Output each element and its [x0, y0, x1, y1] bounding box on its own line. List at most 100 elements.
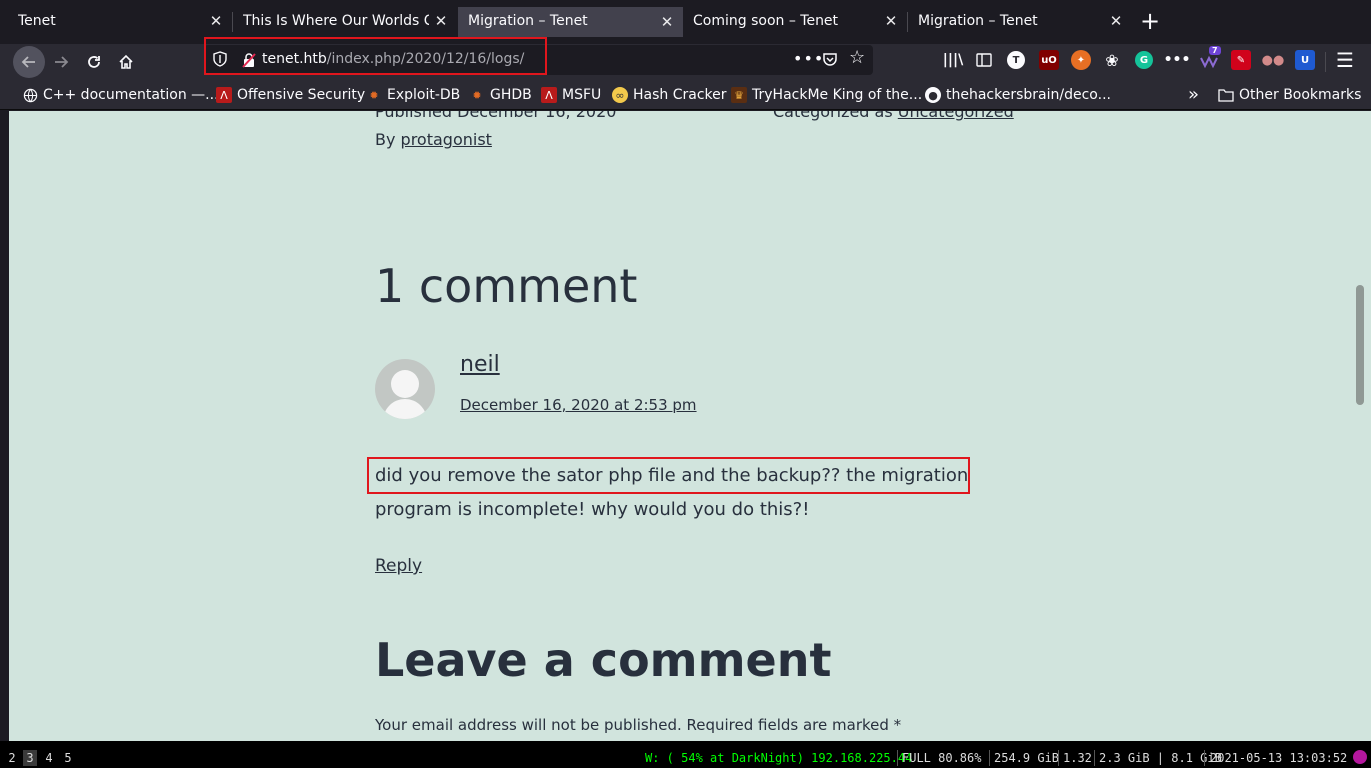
author-link[interactable]: protagonist — [401, 130, 492, 149]
bookmark-label: Offensive Security — [237, 87, 366, 103]
workspace-4[interactable]: 4 — [42, 750, 56, 766]
post-category: Categorized as Uncategorized — [773, 111, 1014, 121]
bookmark-label: Other Bookmarks — [1239, 87, 1362, 103]
leave-comment-note: Your email address will not be published… — [375, 716, 902, 734]
privacy-badger-icon[interactable]: U — [1295, 50, 1315, 70]
github-icon: ● — [925, 87, 941, 103]
cookie-editor-icon[interactable]: ●● — [1262, 50, 1285, 70]
close-icon[interactable]: ✕ — [433, 11, 449, 31]
tab-migration[interactable]: Migration – Tenet ✕ — [908, 5, 1132, 39]
library-icon[interactable]: |||\ — [943, 50, 963, 70]
workspace-3-active[interactable]: 3 — [23, 750, 37, 766]
close-icon[interactable]: ✕ — [208, 11, 224, 31]
scrollbar-thumb[interactable] — [1356, 285, 1364, 405]
bookmark-offensive-security[interactable]: Λ Offensive Security — [216, 85, 365, 105]
tray-icon[interactable] — [1353, 750, 1367, 764]
category-link[interactable]: Uncategorized — [898, 111, 1014, 121]
hacktools-icon[interactable]: ✎ — [1231, 50, 1251, 70]
toolbar-separator — [1325, 52, 1326, 72]
wifi-status: W: ( 54% at DarkNight) 192.168.225.44 — [645, 751, 913, 765]
tab-tenet[interactable]: Tenet ✕ — [8, 5, 232, 39]
avatar — [375, 359, 435, 419]
bookmark-github-deco[interactable]: ● thehackersbrain/deco... — [925, 85, 1111, 105]
page-scrollbar[interactable] — [1351, 111, 1371, 741]
close-icon[interactable]: ✕ — [659, 12, 675, 32]
bookmark-star-icon[interactable]: ☆ — [849, 47, 865, 68]
back-button[interactable] — [13, 46, 45, 78]
close-icon[interactable]: ✕ — [1108, 11, 1124, 31]
bookmark-ghdb[interactable]: ✹ GHDB — [469, 85, 531, 105]
post-published-date: Published December 16, 2020 — [375, 111, 617, 121]
bookmark-msfu[interactable]: Λ MSFU — [541, 85, 601, 105]
bookmark-label: C++ documentation —... — [43, 87, 219, 103]
page-content: Published December 16, 2020 Categorized … — [9, 111, 1351, 741]
url-host: tenet.htb — [262, 51, 327, 67]
close-icon[interactable]: ✕ — [883, 11, 899, 31]
bookmark-hash-cracker[interactable]: ∞ Hash Cracker — [612, 85, 727, 105]
account-icon[interactable]: T — [1007, 51, 1025, 69]
paw-icon[interactable]: ❀ — [1102, 50, 1122, 70]
bookmark-label: thehackersbrain/deco... — [946, 87, 1111, 103]
comments-title: 1 comment — [375, 259, 638, 313]
ublock-icon[interactable]: uO — [1039, 50, 1059, 70]
grammarly-icon[interactable]: G — [1135, 51, 1153, 69]
page-actions-more-icon[interactable]: ••• — [793, 49, 824, 68]
tracking-shield-icon[interactable] — [213, 51, 229, 69]
tab-coming-soon[interactable]: Coming soon – Tenet ✕ — [683, 5, 907, 39]
post-author: By protagonist — [375, 130, 492, 149]
status-separator — [1058, 750, 1059, 766]
leave-comment-title: Leave a comment — [375, 633, 832, 687]
new-tab-button[interactable]: + — [1136, 8, 1164, 36]
insecure-lock-icon[interactable] — [242, 52, 256, 68]
category-prefix: Categorized as — [773, 111, 898, 121]
pocket-icon[interactable] — [822, 51, 838, 67]
datetime-status: 2021-05-13 13:03:52 — [1210, 751, 1348, 765]
battery-status: FULL 80.86% — [902, 751, 982, 765]
hamburger-menu-icon[interactable]: ☰ — [1336, 48, 1354, 72]
tab-migration-active[interactable]: Migration – Tenet ✕ — [458, 7, 683, 37]
tab-title: This Is Where Our Worlds Co — [243, 13, 429, 29]
tab-title: Coming soon – Tenet — [693, 13, 839, 29]
bookmarks-toolbar: C++ documentation —... Λ Offensive Secur… — [0, 80, 1371, 110]
reply-link[interactable]: Reply — [375, 556, 422, 576]
workspace-2[interactable]: 2 — [5, 750, 19, 766]
forward-button[interactable] — [45, 46, 77, 78]
url-bar[interactable]: tenet.htb/index.php/2020/12/16/logs/ •••… — [204, 45, 873, 75]
hashcracker-icon: ∞ — [612, 87, 628, 103]
tab-bar: Tenet ✕ This Is Where Our Worlds Co ✕ Mi… — [0, 0, 1371, 44]
workspace-5[interactable]: 5 — [61, 750, 75, 766]
reload-icon — [88, 56, 100, 68]
navigation-toolbar: tenet.htb/index.php/2020/12/16/logs/ •••… — [0, 44, 1371, 80]
extension-badge: 7 — [1209, 46, 1221, 55]
arrow-right-icon — [55, 56, 69, 68]
comment-author-link[interactable]: neil — [460, 352, 500, 377]
home-button[interactable] — [110, 46, 142, 78]
offsec-icon: Λ — [216, 87, 232, 103]
bookmark-tryhackme[interactable]: ♛ TryHackMe King of the... — [731, 85, 922, 105]
tryhackme-icon: ♛ — [731, 87, 747, 103]
bookmark-exploit-db[interactable]: ✹ Exploit-DB — [366, 85, 460, 105]
foxyproxy-icon[interactable]: ✦ — [1071, 50, 1091, 70]
status-separator — [989, 750, 990, 766]
status-separator — [1094, 750, 1095, 766]
load-status: 1.32 — [1063, 751, 1092, 765]
reload-button[interactable] — [78, 46, 110, 78]
arrow-left-icon — [21, 56, 35, 68]
comment-date-link[interactable]: December 16, 2020 at 2:53 pm — [460, 396, 697, 414]
bookmark-label: TryHackMe King of the... — [752, 87, 923, 103]
comment-text: did you remove the sator php file and th… — [375, 465, 969, 520]
msfu-icon: Λ — [541, 87, 557, 103]
chevron-double-right-icon[interactable]: » — [1188, 84, 1199, 105]
system-status-bar: 2 3 4 5 W: ( 54% at DarkNight) 192.168.2… — [0, 741, 1371, 768]
url-text[interactable]: tenet.htb/index.php/2020/12/16/logs/ — [262, 51, 524, 67]
other-bookmarks-folder[interactable]: Other Bookmarks — [1218, 85, 1361, 105]
globe-icon — [22, 87, 38, 103]
url-path: /index.php/2020/12/16/logs/ — [326, 51, 525, 67]
sidebar-icon[interactable] — [974, 50, 994, 70]
bookmark-cpp-docs[interactable]: C++ documentation —... — [22, 85, 219, 105]
wappalyzer-icon[interactable]: 7 — [1199, 46, 1221, 70]
status-separator — [897, 750, 898, 766]
bookmark-label: MSFU — [562, 87, 602, 103]
overflow-extension-icon[interactable]: ••• — [1164, 50, 1191, 70]
tab-worlds[interactable]: This Is Where Our Worlds Co ✕ — [233, 5, 457, 39]
